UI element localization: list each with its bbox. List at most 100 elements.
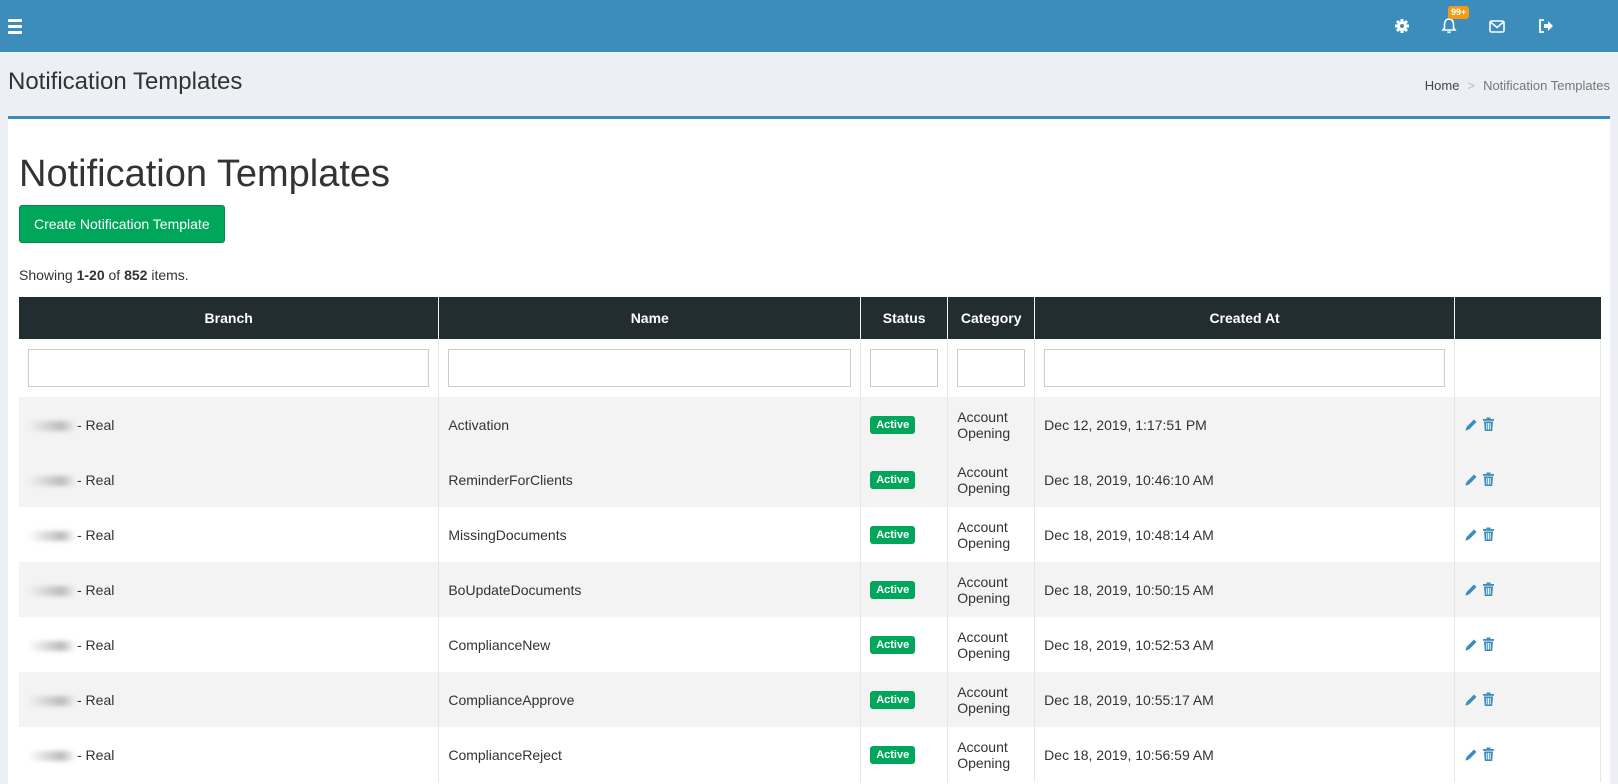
table-row: - Real ComplianceNew Active Account Open… bbox=[19, 617, 1601, 672]
redacted-branch-text bbox=[28, 695, 76, 706]
row-actions bbox=[1464, 472, 1591, 487]
name-filter-input[interactable] bbox=[448, 349, 852, 387]
column-header-name[interactable]: Name bbox=[438, 297, 862, 339]
branch-text: - Real bbox=[77, 691, 115, 708]
trash-icon[interactable] bbox=[1482, 692, 1495, 707]
status-cell: Active bbox=[860, 562, 949, 617]
created-at-filter-input[interactable] bbox=[1044, 349, 1445, 387]
pencil-icon[interactable] bbox=[1464, 693, 1478, 707]
category-cell: Account Opening bbox=[947, 507, 1036, 562]
category-cell: Account Opening bbox=[947, 672, 1036, 727]
pencil-icon[interactable] bbox=[1464, 528, 1478, 542]
summary-range: 1-20 bbox=[76, 267, 105, 283]
top-navbar: 99+ bbox=[0, 0, 1618, 52]
status-badge: Active bbox=[870, 526, 916, 544]
trash-icon[interactable] bbox=[1482, 417, 1495, 432]
column-header-actions bbox=[1454, 297, 1601, 339]
filter-cell-created-at bbox=[1034, 339, 1455, 397]
row-actions bbox=[1464, 582, 1591, 597]
created-at-cell: Dec 18, 2019, 10:48:14 AM bbox=[1034, 507, 1455, 562]
name-cell: BoUpdateDocuments bbox=[438, 562, 862, 617]
created-at-cell: Dec 18, 2019, 10:46:10 AM bbox=[1034, 452, 1455, 507]
actions-cell bbox=[1454, 507, 1601, 562]
content-header: Notification Templates Home > Notificati… bbox=[0, 52, 1618, 116]
filter-cell-status bbox=[860, 339, 949, 397]
gear-icon[interactable] bbox=[1388, 12, 1416, 40]
table-row: - Real ComplianceReject Active Account O… bbox=[19, 727, 1601, 782]
summary-of: of bbox=[104, 267, 125, 283]
breadcrumb-separator: > bbox=[1467, 78, 1476, 93]
sign-out-icon[interactable] bbox=[1532, 12, 1560, 40]
created-at-cell: Dec 18, 2019, 10:52:53 AM bbox=[1034, 617, 1455, 672]
table-row: - Real MissingDocuments Active Account O… bbox=[19, 507, 1601, 562]
templates-table: Branch Name Status Category Created At -… bbox=[19, 297, 1601, 782]
row-actions bbox=[1464, 692, 1591, 707]
actions-cell bbox=[1454, 672, 1601, 727]
category-cell: Account Opening bbox=[947, 397, 1036, 452]
category-cell: Account Opening bbox=[947, 562, 1036, 617]
breadcrumb-current: Notification Templates bbox=[1483, 78, 1610, 93]
branch-text: - Real bbox=[77, 581, 115, 598]
trash-icon[interactable] bbox=[1482, 527, 1495, 542]
name-cell: ComplianceReject bbox=[438, 727, 862, 782]
pencil-icon[interactable] bbox=[1464, 473, 1478, 487]
table-row: - Real BoUpdateDocuments Active Account … bbox=[19, 562, 1601, 617]
summary-total: 852 bbox=[124, 267, 148, 283]
column-header-category[interactable]: Category bbox=[947, 297, 1036, 339]
envelope-icon[interactable] bbox=[1483, 12, 1511, 40]
bell-icon[interactable]: 99+ bbox=[1435, 6, 1470, 40]
pencil-icon[interactable] bbox=[1464, 748, 1478, 762]
pencil-icon[interactable] bbox=[1464, 583, 1478, 597]
status-filter-input[interactable] bbox=[870, 349, 939, 387]
pencil-icon[interactable] bbox=[1464, 638, 1478, 652]
trash-icon[interactable] bbox=[1482, 472, 1495, 487]
status-badge: Active bbox=[870, 636, 916, 654]
actions-cell bbox=[1454, 617, 1601, 672]
category-cell: Account Opening bbox=[947, 727, 1036, 782]
column-header-created-at[interactable]: Created At bbox=[1034, 297, 1455, 339]
filter-row bbox=[19, 339, 1601, 397]
branch-text: - Real bbox=[77, 471, 115, 488]
branch-cell: - Real bbox=[19, 507, 440, 562]
trash-icon[interactable] bbox=[1482, 747, 1495, 762]
status-cell: Active bbox=[860, 672, 949, 727]
created-at-cell: Dec 12, 2019, 1:17:51 PM bbox=[1034, 397, 1455, 452]
created-at-cell: Dec 18, 2019, 10:50:15 AM bbox=[1034, 562, 1455, 617]
redacted-branch-text bbox=[28, 420, 76, 431]
category-filter-input[interactable] bbox=[957, 349, 1026, 387]
filter-cell-actions bbox=[1454, 339, 1601, 397]
table-header-row: Branch Name Status Category Created At bbox=[19, 297, 1601, 339]
actions-cell bbox=[1454, 452, 1601, 507]
trash-icon[interactable] bbox=[1482, 582, 1495, 597]
create-template-button[interactable]: Create Notification Template bbox=[19, 205, 225, 243]
branch-cell: - Real bbox=[19, 452, 440, 507]
filter-cell-category bbox=[947, 339, 1036, 397]
table-row: - Real ComplianceApprove Active Account … bbox=[19, 672, 1601, 727]
page-title: Notification Templates bbox=[8, 68, 243, 95]
redacted-branch-text bbox=[28, 750, 76, 761]
branch-filter-input[interactable] bbox=[28, 349, 430, 387]
summary-prefix: Showing bbox=[19, 267, 77, 283]
created-at-cell: Dec 18, 2019, 10:55:17 AM bbox=[1034, 672, 1455, 727]
column-header-branch[interactable]: Branch bbox=[19, 297, 440, 339]
category-cell: Account Opening bbox=[947, 617, 1036, 672]
column-header-status[interactable]: Status bbox=[860, 297, 949, 339]
branch-text: - Real bbox=[77, 746, 115, 763]
trash-icon[interactable] bbox=[1482, 637, 1495, 652]
section-title: Notification Templates bbox=[19, 153, 391, 195]
redacted-branch-text bbox=[28, 640, 76, 651]
row-actions bbox=[1464, 417, 1591, 432]
actions-cell bbox=[1454, 727, 1601, 782]
status-cell: Active bbox=[860, 507, 949, 562]
pencil-icon[interactable] bbox=[1464, 418, 1478, 432]
table-row: - Real ReminderForClients Active Account… bbox=[19, 452, 1601, 507]
status-badge: Active bbox=[870, 581, 916, 599]
status-cell: Active bbox=[860, 617, 949, 672]
name-cell: ReminderForClients bbox=[438, 452, 862, 507]
row-actions bbox=[1464, 527, 1591, 542]
breadcrumb-home-link[interactable]: Home bbox=[1425, 78, 1460, 93]
menu-icon[interactable] bbox=[6, 14, 30, 38]
status-badge: Active bbox=[870, 691, 916, 709]
name-cell: Activation bbox=[438, 397, 862, 452]
summary-suffix: items. bbox=[147, 267, 189, 283]
